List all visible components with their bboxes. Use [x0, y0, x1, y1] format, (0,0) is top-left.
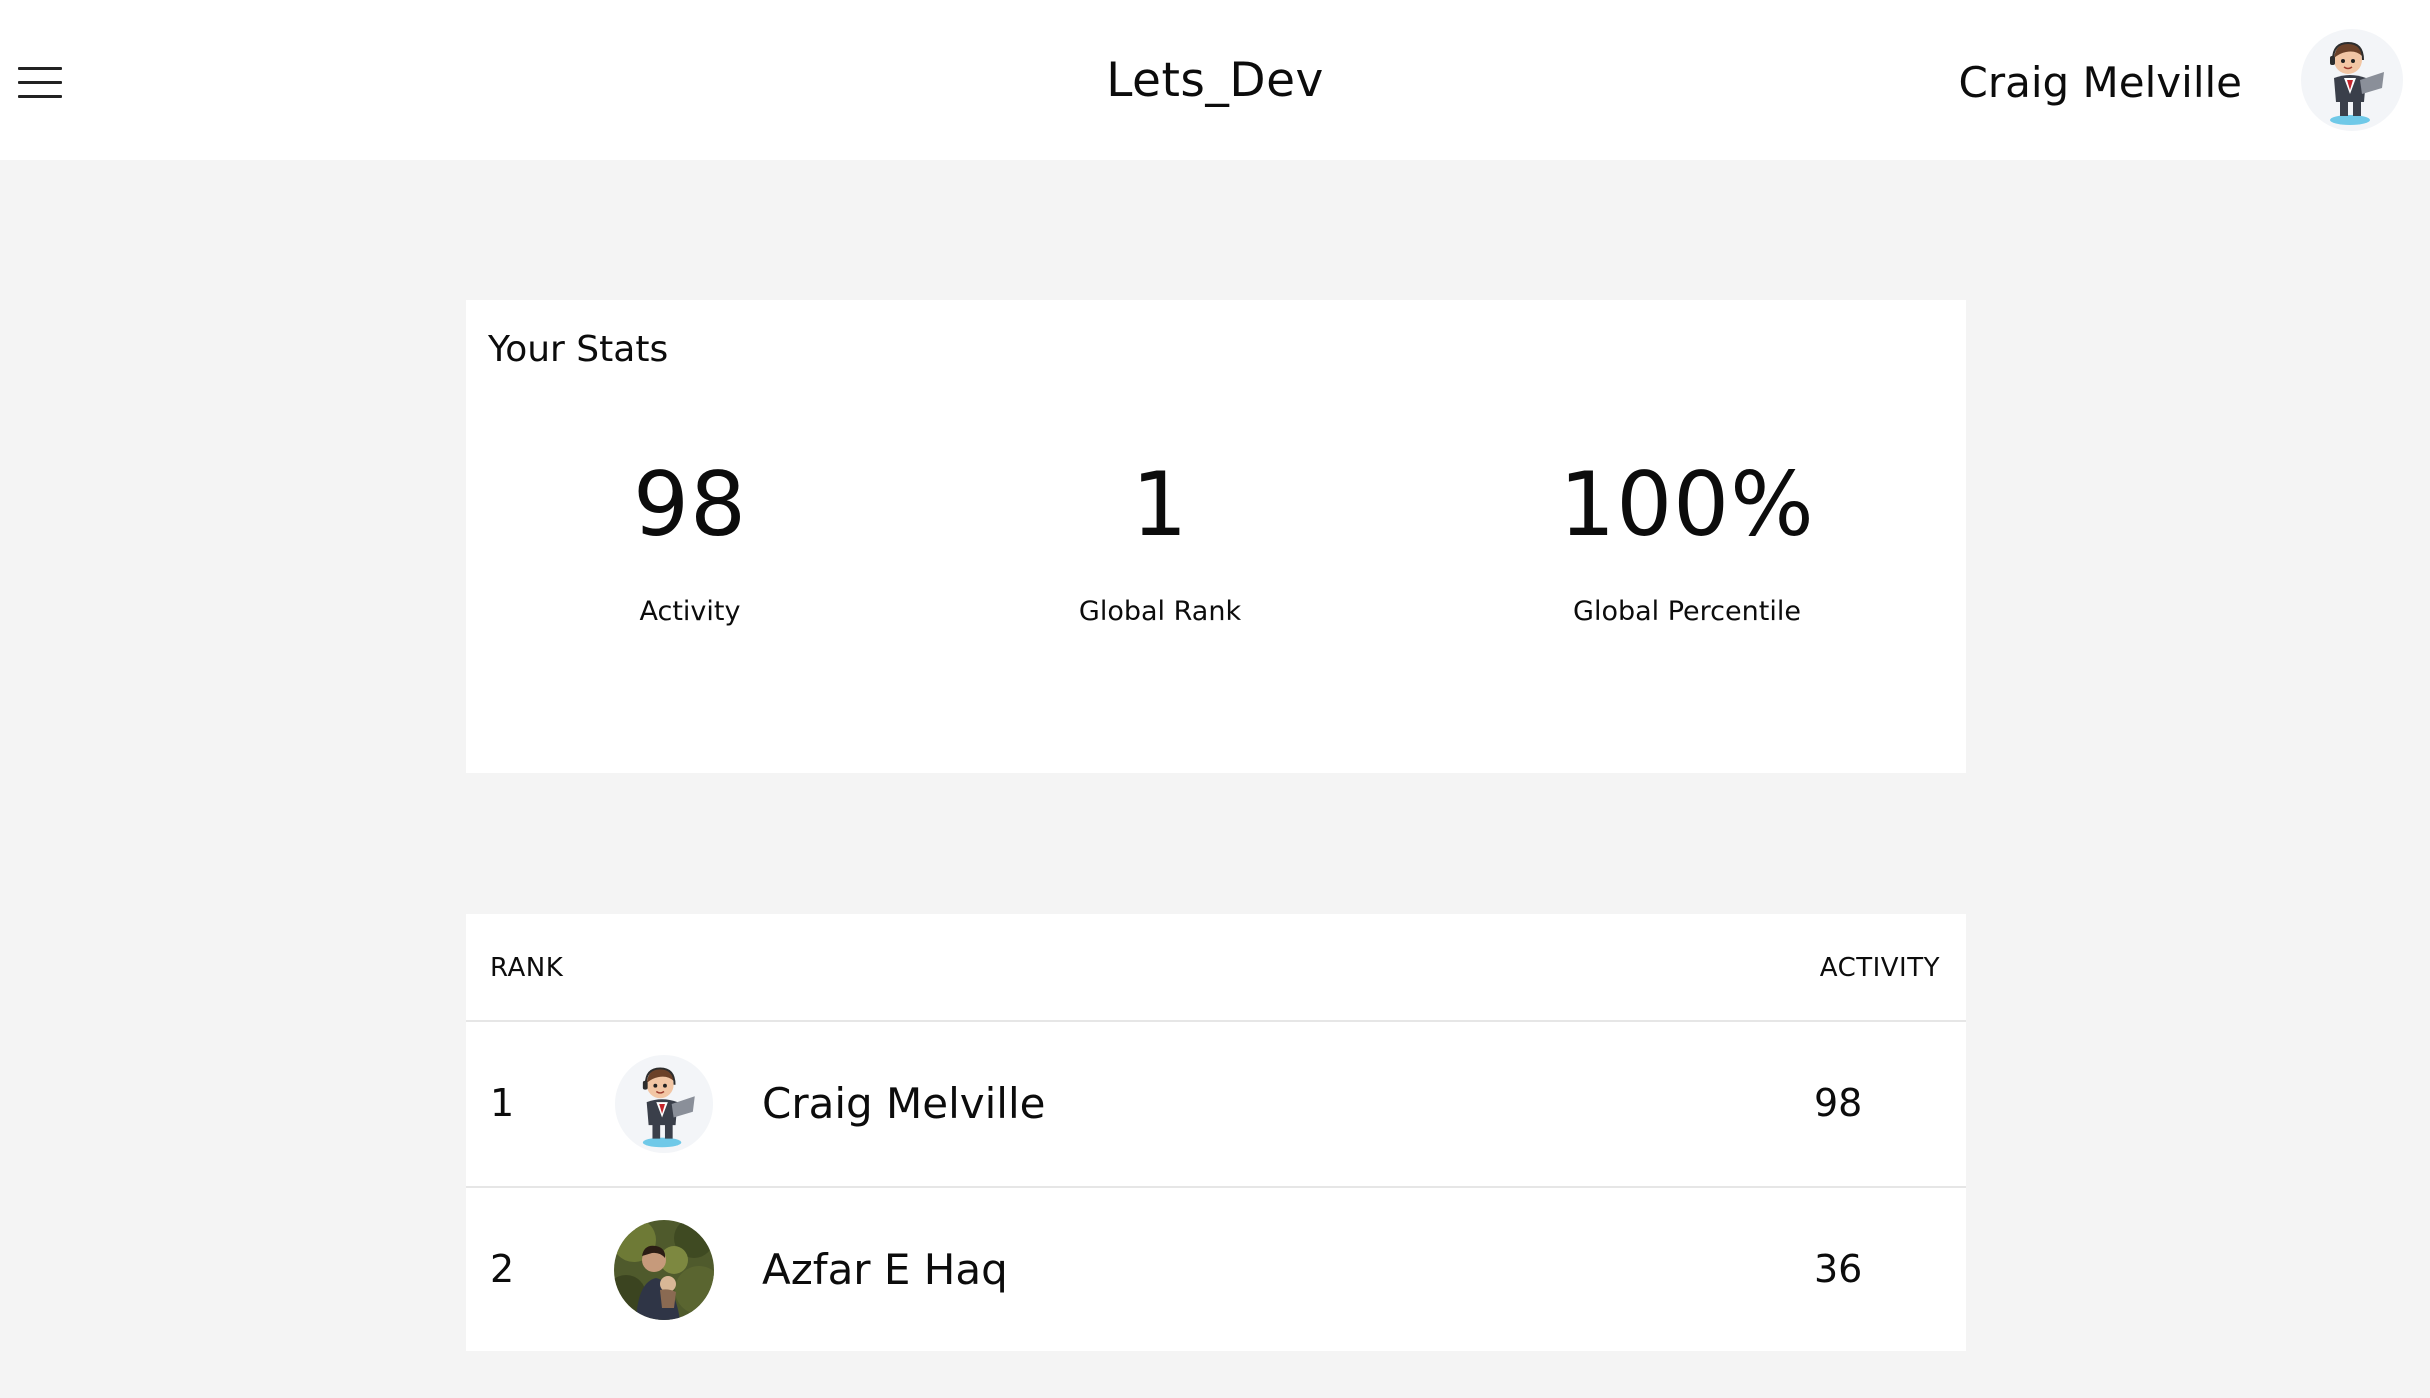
row-avatar[interactable]	[614, 1054, 714, 1154]
row-activity: 98	[1814, 1081, 1863, 1125]
row-rank: 1	[490, 1081, 515, 1125]
app-header: Lets_Dev Craig Melville	[0, 0, 2430, 160]
leaderboard-header: RANK ACTIVITY	[466, 914, 1966, 1022]
row-user-name[interactable]: Azfar E Haq	[762, 1240, 1008, 1300]
cartoon-developer-avatar-icon	[614, 1054, 714, 1154]
stats-title: Your Stats	[488, 329, 669, 370]
column-header-activity[interactable]: ACTIVITY	[1820, 950, 1940, 986]
table-row[interactable]: 1 Craig Melville 98	[466, 1022, 1966, 1188]
stat-global-rank: 1 Global Rank	[960, 450, 1360, 630]
header-user-name[interactable]: Craig Melville	[1959, 48, 2242, 118]
stat-global-rank-label: Global Rank	[1078, 596, 1242, 627]
row-rank: 2	[490, 1247, 515, 1291]
stat-global-percentile-value: 100%	[1559, 453, 1815, 556]
menu-icon-bar	[18, 81, 62, 84]
table-row[interactable]: 2 Azfar E Haq 36	[466, 1188, 1966, 1352]
leaderboard-table: RANK ACTIVITY 1 Craig Melville 98 2 Azfa…	[466, 914, 1966, 1351]
row-user-name[interactable]: Craig Melville	[762, 1074, 1045, 1134]
stat-global-rank-value: 1	[1131, 453, 1189, 556]
stat-activity-value: 98	[633, 453, 747, 556]
row-avatar[interactable]	[614, 1220, 714, 1320]
stats-card: Your Stats 98 Activity 1 Global Rank 100…	[466, 300, 1966, 773]
stat-global-percentile-label: Global Percentile	[1573, 596, 1801, 627]
menu-icon-bar	[18, 95, 62, 98]
hamburger-menu-button[interactable]	[12, 52, 68, 112]
photo-avatar-icon	[614, 1220, 714, 1320]
menu-icon-bar	[18, 67, 62, 70]
stat-activity: 98 Activity	[490, 450, 890, 630]
stat-global-percentile: 100% Global Percentile	[1487, 450, 1887, 630]
column-header-rank[interactable]: RANK	[490, 950, 563, 986]
stat-activity-label: Activity	[639, 596, 741, 627]
cartoon-developer-avatar-icon	[2301, 29, 2403, 131]
row-activity: 36	[1814, 1247, 1863, 1291]
header-avatar[interactable]	[2300, 28, 2404, 132]
